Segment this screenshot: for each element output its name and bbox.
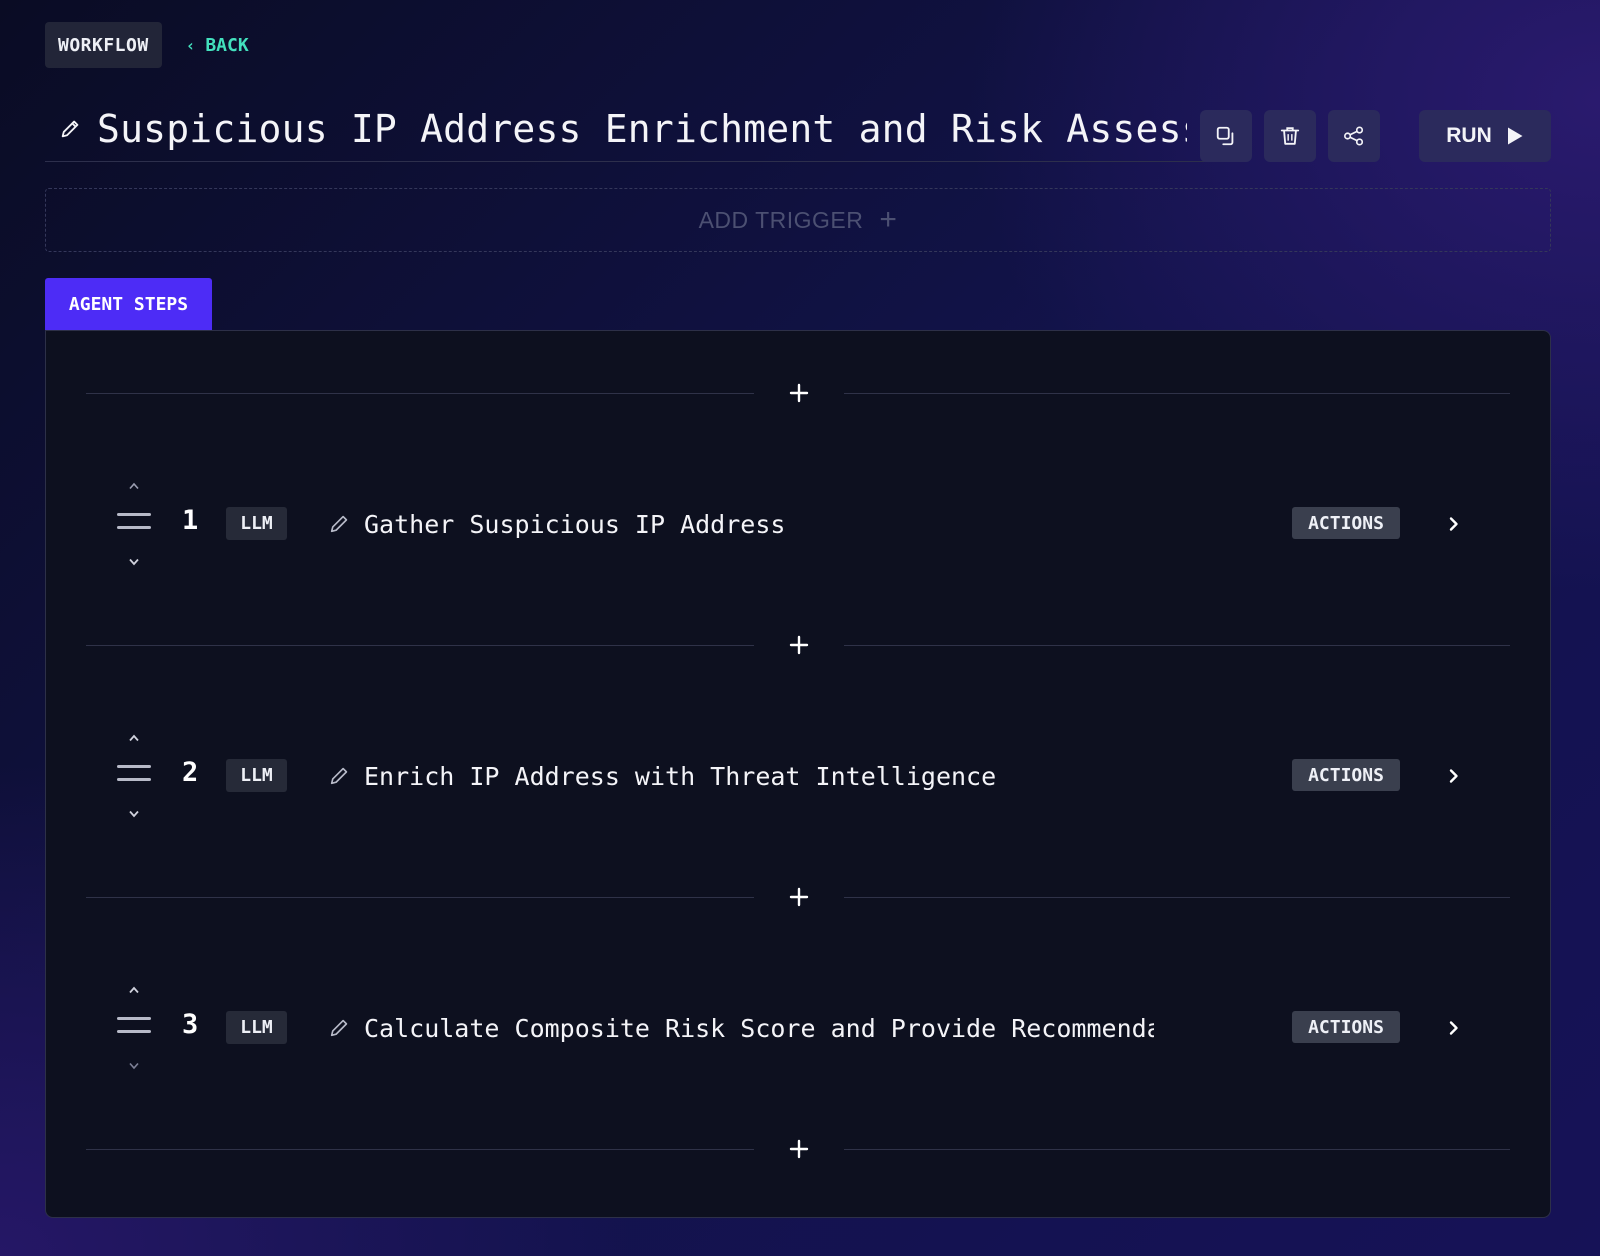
- drag-handle-icon[interactable]: [116, 511, 152, 531]
- add-trigger-label: ADD TRIGGER: [698, 206, 864, 233]
- step-divider: [86, 625, 1510, 665]
- add-step-button[interactable]: [774, 373, 824, 413]
- top-bar: WORKFLOW ‹ BACK: [45, 22, 249, 68]
- chevron-up-icon: [129, 482, 139, 490]
- move-up-button[interactable]: [125, 983, 143, 997]
- run-button[interactable]: RUN: [1419, 110, 1551, 162]
- move-down-button[interactable]: [125, 555, 143, 569]
- trash-icon: [1280, 127, 1300, 145]
- chevron-left-icon: ‹: [185, 35, 196, 55]
- drag-handle-icon[interactable]: [116, 763, 152, 783]
- chevron-right-icon: [1449, 517, 1458, 531]
- step-number: 2: [182, 757, 199, 788]
- move-up-button[interactable]: [125, 731, 143, 745]
- back-link[interactable]: ‹ BACK: [186, 35, 249, 56]
- drag-handle-icon[interactable]: [116, 1015, 152, 1035]
- expand-step-button[interactable]: [1442, 511, 1466, 537]
- pencil-icon[interactable]: [328, 1017, 350, 1039]
- step-number: 3: [182, 1009, 199, 1040]
- workflow-badge: WORKFLOW: [45, 22, 162, 68]
- chevron-down-icon: [129, 810, 139, 818]
- play-icon: [1507, 127, 1523, 145]
- share-button[interactable]: [1328, 110, 1380, 162]
- pencil-icon: [61, 120, 79, 137]
- chevron-right-icon: [1449, 1021, 1458, 1035]
- step-row-3: 3 LLM Calculate Composite Risk Score and…: [46, 983, 1552, 1083]
- step-type-badge: LLM: [226, 507, 287, 540]
- pencil-icon[interactable]: [328, 765, 350, 787]
- actions-button[interactable]: ACTIONS: [1292, 759, 1400, 791]
- reorder-controls: [116, 731, 152, 831]
- step-divider: [86, 877, 1510, 917]
- reorder-controls: [116, 983, 152, 1083]
- reorder-controls: [116, 479, 152, 579]
- chevron-right-icon: [1449, 769, 1458, 783]
- add-step-button[interactable]: [774, 625, 824, 665]
- actions-button[interactable]: ACTIONS: [1292, 1011, 1400, 1043]
- move-down-button[interactable]: [125, 807, 143, 821]
- plus-icon: [789, 635, 809, 655]
- plus-icon: [789, 887, 809, 907]
- run-label: RUN: [1446, 124, 1492, 147]
- step-number: 1: [182, 505, 199, 536]
- step-name[interactable]: Calculate Composite Risk Score and Provi…: [364, 1011, 1154, 1045]
- plus-icon: [789, 1139, 809, 1159]
- move-down-button[interactable]: [125, 1059, 143, 1073]
- expand-step-button[interactable]: [1442, 763, 1466, 789]
- chevron-down-icon: [129, 558, 139, 566]
- add-step-button[interactable]: [774, 877, 824, 917]
- delete-button[interactable]: [1264, 110, 1316, 162]
- step-divider: [86, 1129, 1510, 1169]
- agent-steps-panel: 1 LLM Gather Suspicious IP Address ACTIO…: [45, 330, 1551, 1218]
- add-trigger-button[interactable]: ADD TRIGGER +: [45, 188, 1551, 252]
- chevron-down-icon: [129, 1062, 139, 1070]
- actions-button[interactable]: ACTIONS: [1292, 507, 1400, 539]
- step-name[interactable]: Enrich IP Address with Threat Intelligen…: [364, 759, 1154, 793]
- back-label: BACK: [205, 34, 249, 56]
- chevron-up-icon: [129, 734, 139, 742]
- expand-step-button[interactable]: [1442, 1015, 1466, 1041]
- plus-icon: +: [879, 203, 898, 236]
- step-divider: [86, 373, 1510, 413]
- copy-icon: [1216, 126, 1234, 146]
- pencil-icon[interactable]: [328, 513, 350, 535]
- step-name[interactable]: Gather Suspicious IP Address: [364, 507, 1154, 541]
- title-row: Suspicious IP Address Enrichment and Ris…: [45, 96, 1551, 164]
- step-type-badge: LLM: [226, 1011, 287, 1044]
- step-type-badge: LLM: [226, 759, 287, 792]
- workflow-title: Suspicious IP Address Enrichment and Ris…: [97, 106, 1187, 151]
- tab-agent-steps[interactable]: AGENT STEPS: [45, 278, 212, 331]
- step-row-1: 1 LLM Gather Suspicious IP Address ACTIO…: [46, 479, 1552, 579]
- step-row-2: 2 LLM Enrich IP Address with Threat Inte…: [46, 731, 1552, 831]
- add-step-button[interactable]: [774, 1129, 824, 1169]
- duplicate-button[interactable]: [1200, 110, 1252, 162]
- chevron-up-icon: [129, 986, 139, 994]
- move-up-button[interactable]: [125, 479, 143, 493]
- workflow-title-field[interactable]: Suspicious IP Address Enrichment and Ris…: [45, 96, 1207, 162]
- plus-icon: [789, 383, 809, 403]
- share-icon: [1344, 126, 1364, 146]
